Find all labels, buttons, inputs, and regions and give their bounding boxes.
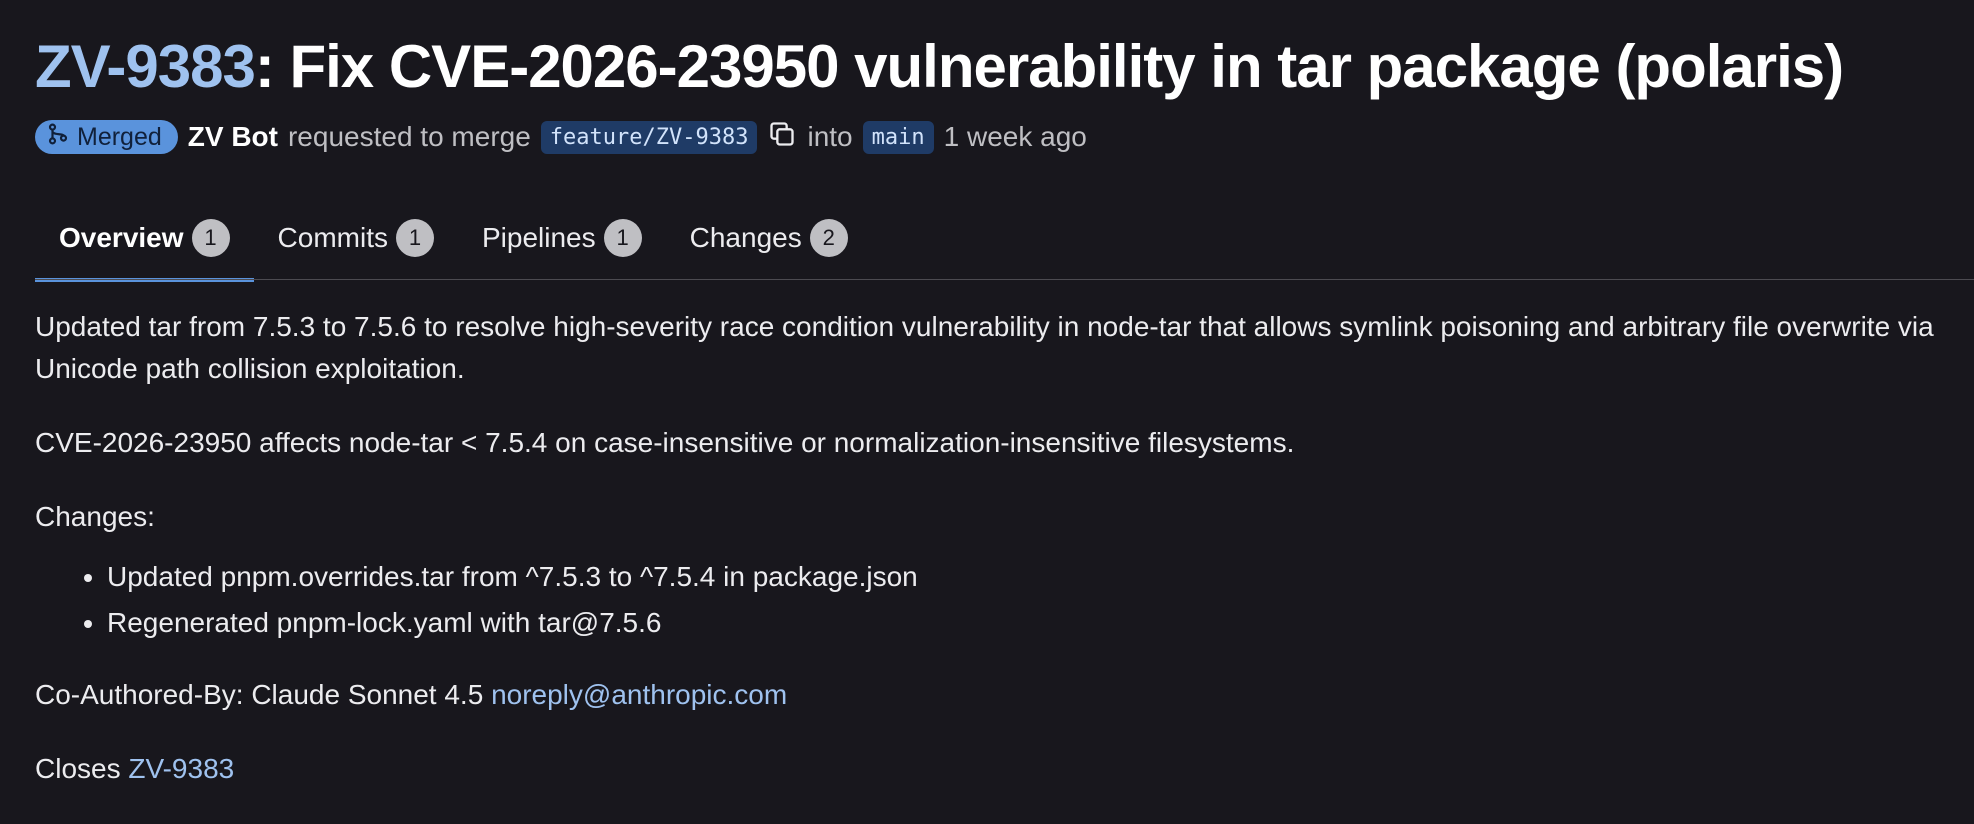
tab-changes[interactable]: Changes 2 [666, 196, 872, 280]
tab-label: Overview [59, 222, 184, 253]
changes-list: Updated pnpm.overrides.tar from ^7.5.3 t… [35, 554, 1935, 646]
list-item: Updated pnpm.overrides.tar from ^7.5.3 t… [107, 554, 1935, 600]
tab-count: 1 [603, 219, 642, 257]
tab-label: Commits [277, 222, 388, 253]
into-text: into [807, 121, 853, 152]
description-paragraph: Updated tar from 7.5.3 to 7.5.6 to resol… [35, 311, 1934, 384]
status-label: Merged [77, 122, 162, 151]
coauthor-line: Co-Authored-By: Claude Sonnet 4.5 norepl… [35, 674, 1935, 716]
changes-heading: Changes: [35, 501, 155, 532]
coauthor-email-link[interactable]: noreply@anthropic.com [491, 679, 787, 710]
page-title: ZV-9383: Fix CVE-2026-23950 vulnerabilit… [35, 22, 1844, 112]
list-item: Regenerated pnpm-lock.yaml with tar@7.5.… [107, 600, 1935, 646]
tab-count: 2 [809, 219, 848, 257]
tab-bar: Overview 1 Commits 1 Pipelines 1 Changes… [35, 196, 1974, 282]
tab-label: Pipelines [481, 222, 596, 253]
copy-branch-button[interactable] [767, 120, 797, 154]
merge-request-page: ZV-9383: Fix CVE-2026-23950 vulnerabilit… [0, 0, 1974, 824]
author-name[interactable]: ZV Bot [188, 121, 278, 153]
tab-count: 1 [395, 219, 434, 257]
merge-meta: Merged ZV Bot requested to merge feature… [35, 117, 1087, 157]
requested-text: requested to merge [287, 121, 531, 152]
tab-commits[interactable]: Commits 1 [254, 196, 458, 280]
closes-line: Closes ZV-9383 [35, 748, 1935, 790]
status-badge: Merged [35, 120, 178, 154]
tab-divider [35, 279, 1974, 280]
coauthor-text: Co-Authored-By: Claude Sonnet 4.5 [35, 679, 492, 710]
tab-count: 1 [191, 219, 230, 257]
merge-icon [47, 123, 69, 152]
target-branch[interactable]: main [862, 120, 934, 154]
description-paragraph: CVE-2026-23950 affects node-tar < 7.5.4 … [35, 427, 1295, 458]
description: Updated tar from 7.5.3 to 7.5.6 to resol… [35, 306, 1935, 790]
issue-key-link[interactable]: ZV-9383 [35, 33, 256, 100]
tab-pipelines[interactable]: Pipelines 1 [458, 196, 666, 280]
source-branch[interactable]: feature/ZV-9383 [540, 120, 758, 154]
tab-label: Changes [689, 222, 802, 253]
closes-text: Closes [35, 753, 129, 784]
title-text: : Fix CVE-2026-23950 vulnerability in ta… [254, 33, 1844, 100]
closes-issue-link[interactable]: ZV-9383 [128, 753, 234, 784]
copy-icon [768, 120, 796, 155]
time-ago: 1 week ago [943, 121, 1087, 152]
tab-overview[interactable]: Overview 1 [35, 196, 254, 282]
